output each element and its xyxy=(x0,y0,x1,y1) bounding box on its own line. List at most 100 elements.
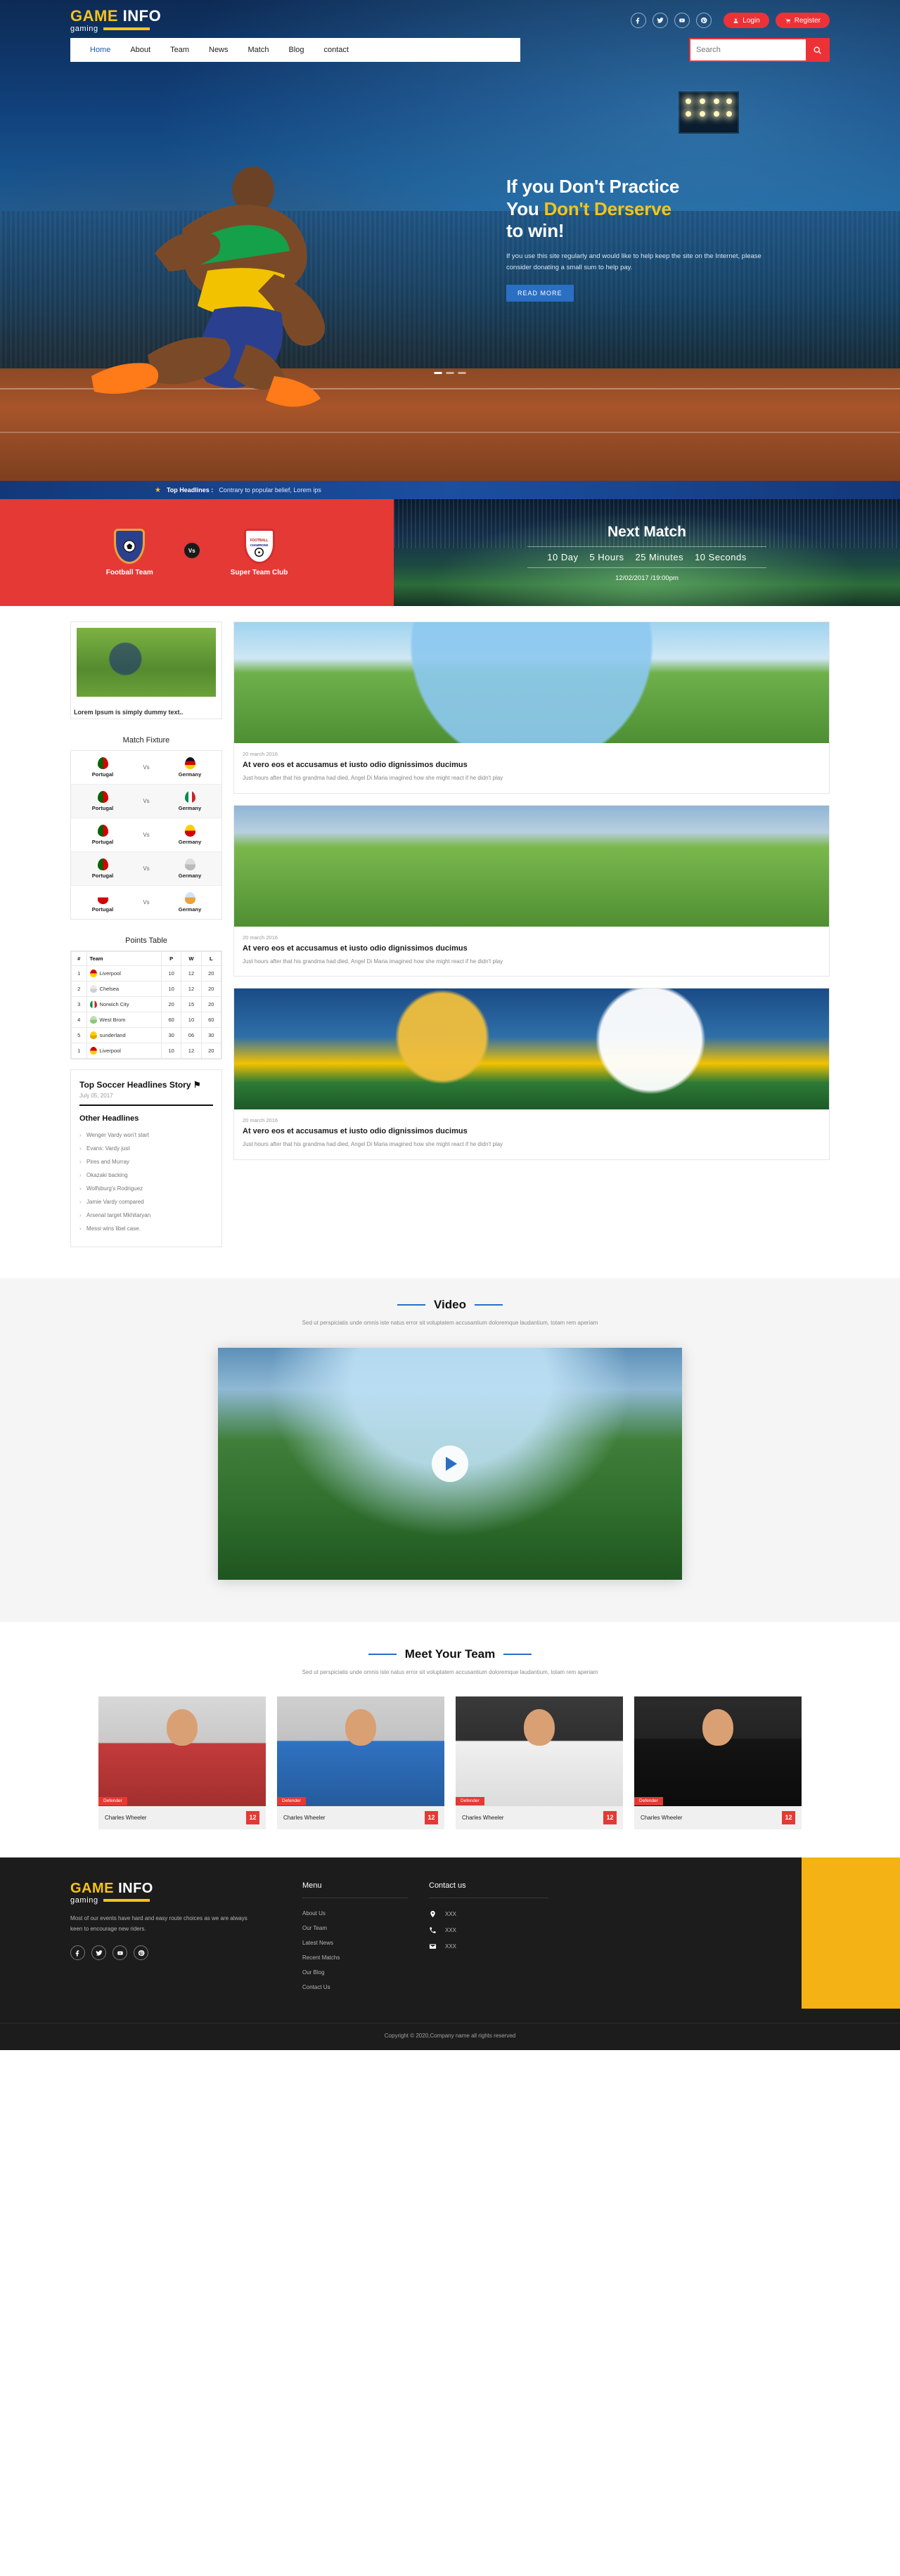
footer-link-matches[interactable]: Recent Matchs xyxy=(302,1950,408,1965)
news-card[interactable]: 20 march 2016 At vero eos et accusamus e… xyxy=(233,622,830,794)
nav-item-match[interactable]: Match xyxy=(238,38,279,62)
news-image xyxy=(234,805,829,927)
footer-link-team[interactable]: Our Team xyxy=(302,1921,408,1936)
news-excerpt: Just hours after that his grandma had di… xyxy=(243,958,503,965)
footer-link-news[interactable]: Latest News xyxy=(302,1936,408,1950)
contact-phone[interactable]: XXX xyxy=(429,1922,548,1938)
youtube-icon[interactable] xyxy=(112,1945,127,1961)
row-l: 20 xyxy=(200,1043,222,1059)
table-row[interactable]: 4 West Brom 60 10 60 xyxy=(71,1012,222,1028)
nav-item-news[interactable]: News xyxy=(199,38,238,62)
carousel-dot-1[interactable] xyxy=(434,372,442,374)
headlines-card: Top Soccer Headlines Story ⚑ July 05, 20… xyxy=(70,1069,222,1247)
login-button[interactable]: Login xyxy=(724,13,769,28)
twitter-icon[interactable] xyxy=(91,1945,106,1961)
nav-item-contact[interactable]: contact xyxy=(314,38,359,62)
contact-address[interactable]: XXX xyxy=(429,1906,548,1922)
table-row[interactable]: 2 Chelsea 10 12 20 xyxy=(71,981,222,997)
col-w: W xyxy=(181,951,202,966)
site-logo[interactable]: GAME INFO gaming xyxy=(70,8,161,33)
play-icon[interactable] xyxy=(432,1445,468,1483)
list-item[interactable]: Jamie Vardy compared xyxy=(79,1195,213,1209)
list-item[interactable]: Evans: Vardy just xyxy=(79,1142,213,1155)
contact-email[interactable]: XXX xyxy=(429,1938,548,1954)
player-card[interactable]: Defender Charles Wheeler 12 xyxy=(634,1696,802,1829)
nav-item-about[interactable]: About xyxy=(120,38,160,62)
video-player[interactable] xyxy=(218,1348,682,1580)
table-row[interactable]: 1 Liverpool 10 12 20 xyxy=(71,1043,222,1059)
carousel-dot-2[interactable] xyxy=(446,372,454,374)
nav-item-blog[interactable]: Blog xyxy=(278,38,314,62)
nav-item-home[interactable]: Home xyxy=(80,38,120,62)
hero-title-line2-highlight: Don't Derserve xyxy=(544,198,671,219)
facebook-icon[interactable] xyxy=(70,1945,85,1961)
fixture-row[interactable]: Portugal Vs Germany xyxy=(71,818,221,852)
copyright: Copyright © 2020,Company name all rights… xyxy=(0,2022,900,2050)
video-title-text: Video xyxy=(434,1298,466,1311)
table-row[interactable]: 5 sunderland 30 06 30 xyxy=(71,1027,222,1043)
news-title[interactable]: At vero eos et accusamus et iusto odio d… xyxy=(243,761,821,769)
pinterest-icon[interactable] xyxy=(696,13,712,28)
hero-title-line2-plain: You xyxy=(506,198,544,219)
fixture-vs: Vs xyxy=(143,798,150,804)
user-icon xyxy=(733,18,738,23)
list-item[interactable]: Arsenal target Mkhitaryan xyxy=(79,1209,213,1222)
list-item[interactable]: Wolfsburg's Rodriguez xyxy=(79,1182,213,1195)
fixture-row[interactable]: Portugal Vs Germany xyxy=(71,886,221,919)
news-title[interactable]: At vero eos et accusamus et iusto odio d… xyxy=(243,1127,821,1135)
player-card[interactable]: Defender Charles Wheeler 12 xyxy=(456,1696,623,1829)
table-row[interactable]: 3 Norwich City 20 15 20 xyxy=(71,996,222,1012)
ticker-text[interactable]: Contrary to popular belief, Lorem ips xyxy=(219,487,321,494)
flag-icon xyxy=(97,791,108,803)
team-badge-icon xyxy=(89,1031,97,1039)
news-image xyxy=(234,988,829,1110)
fixture-away: Germany xyxy=(178,805,202,811)
footer-link-contact[interactable]: Contact Us xyxy=(302,1980,408,1995)
news-card[interactable]: 20 march 2016 At vero eos et accusamus e… xyxy=(233,988,830,1160)
facebook-icon[interactable] xyxy=(631,13,647,28)
footer-logo[interactable]: GAME INFO gaming xyxy=(70,1881,281,1905)
fixture-row[interactable]: Portugal Vs Germany xyxy=(71,852,221,886)
carousel-dot-3[interactable] xyxy=(458,372,466,374)
news-card[interactable]: 20 march 2016 At vero eos et accusamus e… xyxy=(233,804,830,977)
pinterest-icon[interactable] xyxy=(134,1945,148,1961)
footer-link-blog[interactable]: Our Blog xyxy=(302,1965,408,1980)
away-team-crest-icon: FOOTBALL CHAMPIONS xyxy=(243,529,275,564)
away-team-name: Super Team Club xyxy=(230,569,288,577)
player-role: Defender xyxy=(634,1796,663,1805)
table-row[interactable]: 1 Liverpool 10 12 20 xyxy=(71,965,222,981)
search-box xyxy=(689,38,830,62)
hero-banner: GAME INFO gaming Login Register Home Abo… xyxy=(0,0,900,481)
fixture-row[interactable]: Portugal Vs Germany xyxy=(71,785,221,818)
player-card[interactable]: Defender Charles Wheeler 12 xyxy=(98,1696,266,1829)
search-input[interactable] xyxy=(690,39,806,60)
team-subtitle: Sed ut perspiciatis unde omnis iste natu… xyxy=(302,1669,598,1676)
player-card[interactable]: Defender Charles Wheeler 12 xyxy=(277,1696,444,1829)
home-team-crest-icon xyxy=(114,529,146,564)
title-rule-right xyxy=(474,1304,503,1306)
nav-item-team[interactable]: Team xyxy=(160,38,199,62)
main-content: Lorem Ipsum is simply dummy text.. Match… xyxy=(70,606,830,1278)
read-more-button[interactable]: READ MORE xyxy=(506,285,574,302)
youtube-icon[interactable] xyxy=(674,13,690,28)
team-badge-icon xyxy=(89,1047,97,1055)
row-rank: 1 xyxy=(71,965,87,981)
register-button[interactable]: Register xyxy=(775,13,830,28)
footer-link-about[interactable]: About Us xyxy=(302,1906,408,1921)
player-photo xyxy=(634,1696,802,1806)
row-rank: 1 xyxy=(71,1043,87,1059)
row-p: 30 xyxy=(160,1027,182,1043)
news-title[interactable]: At vero eos et accusamus et iusto odio d… xyxy=(243,944,821,953)
list-item[interactable]: Wenger Vardy won't start xyxy=(79,1128,213,1142)
countdown-hours: 5 Hours xyxy=(589,551,624,562)
list-item[interactable]: Messi wins libel case. xyxy=(79,1222,213,1235)
search-button[interactable] xyxy=(806,39,828,60)
row-w: 12 xyxy=(181,981,202,997)
fixture-row[interactable]: Portugal Vs Germany xyxy=(71,751,221,785)
footer-description: Most of our events have hard and easy ro… xyxy=(70,1914,248,1932)
list-item[interactable]: Pires and Murray xyxy=(79,1155,213,1168)
list-item[interactable]: Okazaki backing xyxy=(79,1168,213,1182)
row-l: 20 xyxy=(200,996,222,1012)
row-team: sunderland xyxy=(99,1032,126,1038)
twitter-icon[interactable] xyxy=(652,13,669,28)
